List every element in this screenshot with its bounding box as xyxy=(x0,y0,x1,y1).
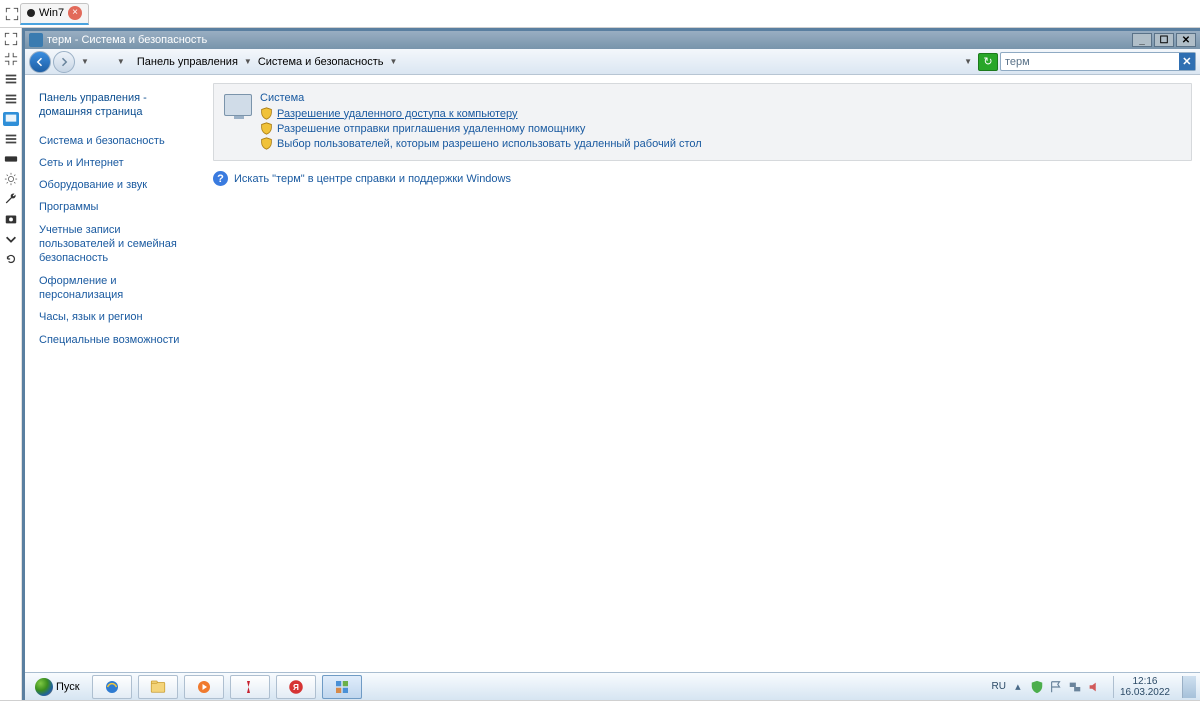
result-link-2[interactable]: Выбор пользователей, которым разрешено и… xyxy=(277,138,702,150)
taskbar-yandex[interactable] xyxy=(230,675,270,699)
maximize-button[interactable]: ☐ xyxy=(1154,33,1174,47)
start-button[interactable]: Пуск xyxy=(29,676,86,698)
tray-network-icon[interactable] xyxy=(1068,680,1082,694)
shield-icon xyxy=(260,107,273,120)
system-tray: RU ▴ xyxy=(985,680,1106,694)
chevron-down-icon[interactable] xyxy=(3,232,19,246)
list-icon[interactable] xyxy=(3,132,19,146)
sidebar-item-1[interactable]: Сеть и Интернет xyxy=(39,156,191,170)
taskbar: Пуск Я RU ▴ 12:16 16.03.2022 xyxy=(25,672,1200,700)
sidebar-item-6[interactable]: Часы, язык и регион xyxy=(39,310,191,324)
window-title: терм - Система и безопасность xyxy=(47,34,207,46)
explorer-navbar: ▼ ▼ Панель управления ▼ Система и безопа… xyxy=(25,49,1200,75)
search-result-group: Система Разрешение удаленного доступа к … xyxy=(213,83,1192,161)
sidebar-item-3[interactable]: Программы xyxy=(39,200,191,214)
show-desktop-button[interactable] xyxy=(1182,676,1196,698)
close-button[interactable]: ✕ xyxy=(1176,33,1196,47)
system-icon xyxy=(224,94,252,116)
clock-time: 12:16 xyxy=(1132,676,1157,687)
sidebar-item-2[interactable]: Оборудование и звук xyxy=(39,178,191,192)
host-fullscreen-icon[interactable] xyxy=(4,7,20,21)
taskbar-ya[interactable]: Я xyxy=(276,675,316,699)
breadcrumb-seg1-dropdown[interactable]: ▼ xyxy=(244,57,252,66)
sidebar-nav: Панель управления - домашняя страница Си… xyxy=(25,75,205,672)
keyboard-icon[interactable] xyxy=(3,152,19,166)
tray-language[interactable]: RU xyxy=(991,681,1005,692)
tray-chevron-icon[interactable]: ▴ xyxy=(1011,680,1025,694)
breadcrumb-seg2[interactable]: Система и безопасность xyxy=(258,56,384,68)
host-left-toolbar xyxy=(0,28,22,700)
refresh-button[interactable] xyxy=(978,53,998,71)
help-search-line[interactable]: ? Искать "терм" в центре справки и подде… xyxy=(213,171,1192,186)
vm-tab-close[interactable]: × xyxy=(68,6,82,20)
help-icon: ? xyxy=(213,171,228,186)
breadcrumb-seg2-dropdown[interactable]: ▼ xyxy=(390,57,398,66)
taskbar-controlpanel[interactable] xyxy=(322,675,362,699)
taskbar-clock[interactable]: 12:16 16.03.2022 xyxy=(1113,676,1176,698)
window-titlebar: терм - Система и безопасность _ ☐ ✕ xyxy=(25,31,1200,49)
clock-date: 16.03.2022 xyxy=(1120,687,1170,698)
window-icon xyxy=(29,33,43,47)
host-vm-tab[interactable]: Win7 × xyxy=(20,3,89,25)
result-title[interactable]: Система xyxy=(260,92,702,104)
sidebar-item-4[interactable]: Учетные записи пользователей и семейная … xyxy=(39,223,191,266)
breadcrumb-seg1[interactable]: Панель управления xyxy=(137,56,238,68)
svg-text:Я: Я xyxy=(293,683,299,692)
collapse-icon[interactable] xyxy=(3,52,19,66)
result-link-1[interactable]: Разрешение отправки приглашения удаленно… xyxy=(277,123,585,135)
content-area: Панель управления - домашняя страница Си… xyxy=(25,75,1200,672)
sidebar-item-5[interactable]: Оформление и персонализация xyxy=(39,274,191,303)
shield-icon xyxy=(260,122,273,135)
tray-flag-icon[interactable] xyxy=(1049,680,1063,694)
vm-area: терм - Система и безопасность _ ☐ ✕ ▼ ▼ … xyxy=(22,28,1200,700)
taskbar-ie[interactable] xyxy=(92,675,132,699)
forward-button[interactable] xyxy=(53,51,75,73)
windows-orb-icon xyxy=(35,678,53,696)
address-dropdown[interactable]: ▼ xyxy=(964,57,972,66)
start-label: Пуск xyxy=(56,681,80,693)
main-panel: Система Разрешение удаленного доступа к … xyxy=(205,75,1200,672)
back-button[interactable] xyxy=(29,51,51,73)
taskbar-mediaplayer[interactable] xyxy=(184,675,224,699)
wrench-icon[interactable] xyxy=(3,192,19,206)
host-bottom-bar xyxy=(0,700,1200,724)
expand-icon[interactable] xyxy=(3,32,19,46)
camera-icon[interactable] xyxy=(3,212,19,226)
breadcrumb[interactable]: Панель управления ▼ Система и безопаснос… xyxy=(137,56,401,68)
menu-icon[interactable] xyxy=(3,72,19,86)
location-icon xyxy=(95,54,111,70)
vm-tab-label: Win7 xyxy=(39,7,64,19)
help-search-text: Искать "терм" в центре справки и поддерж… xyxy=(234,173,511,185)
sidebar-item-7[interactable]: Специальные возможности xyxy=(39,333,191,347)
search-input[interactable] xyxy=(1001,56,1179,68)
gear-icon[interactable] xyxy=(3,172,19,186)
vm-status-icon xyxy=(27,9,35,17)
refresh-icon[interactable] xyxy=(3,252,19,266)
tray-shield-icon[interactable] xyxy=(1030,680,1044,694)
nav-history-dropdown[interactable]: ▼ xyxy=(81,57,89,66)
display-icon[interactable] xyxy=(3,112,19,126)
shield-icon xyxy=(260,137,273,150)
search-box[interactable]: ✕ xyxy=(1000,52,1196,71)
menu2-icon[interactable] xyxy=(3,92,19,106)
location-dropdown[interactable]: ▼ xyxy=(117,57,125,66)
result-link-0[interactable]: Разрешение удаленного доступа к компьюте… xyxy=(277,108,518,120)
sidebar-item-0[interactable]: Система и безопасность xyxy=(39,134,191,148)
host-top-bar: Win7 × xyxy=(0,0,1200,28)
search-clear-button[interactable]: ✕ xyxy=(1179,53,1195,70)
taskbar-explorer[interactable] xyxy=(138,675,178,699)
tray-volume-icon[interactable] xyxy=(1087,680,1101,694)
minimize-button[interactable]: _ xyxy=(1132,33,1152,47)
sidebar-home[interactable]: Панель управления - домашняя страница xyxy=(39,91,191,120)
